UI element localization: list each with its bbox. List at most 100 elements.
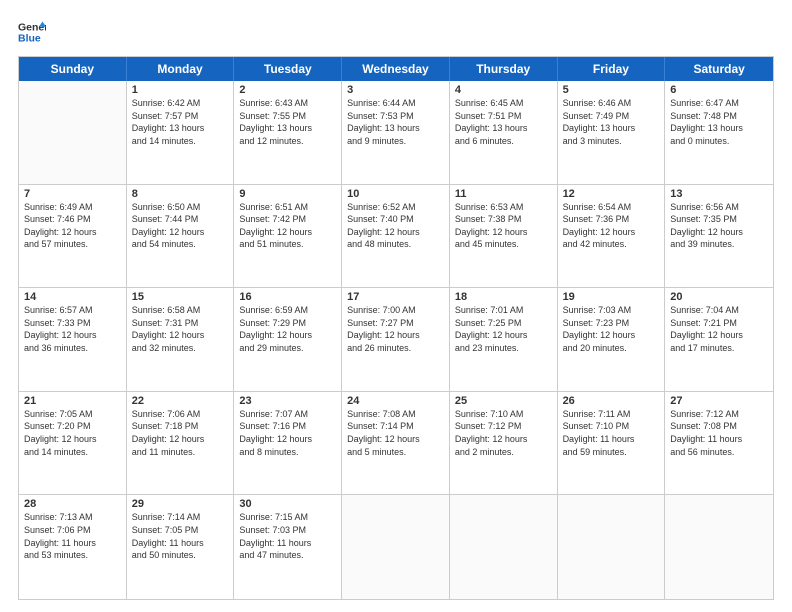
day-cell-3: 3Sunrise: 6:44 AM Sunset: 7:53 PM Daylig… [342, 81, 450, 184]
weekday-header-sunday: Sunday [19, 57, 127, 81]
day-number: 22 [132, 395, 229, 407]
day-number: 5 [563, 84, 660, 96]
day-cell-2: 2Sunrise: 6:43 AM Sunset: 7:55 PM Daylig… [234, 81, 342, 184]
day-number: 2 [239, 84, 336, 96]
day-number: 16 [239, 291, 336, 303]
day-info: Sunrise: 7:13 AM Sunset: 7:06 PM Dayligh… [24, 511, 121, 561]
day-number: 25 [455, 395, 552, 407]
calendar-body: 1Sunrise: 6:42 AM Sunset: 7:57 PM Daylig… [19, 81, 773, 599]
day-info: Sunrise: 6:42 AM Sunset: 7:57 PM Dayligh… [132, 97, 229, 147]
day-number: 19 [563, 291, 660, 303]
day-info: Sunrise: 7:11 AM Sunset: 7:10 PM Dayligh… [563, 408, 660, 458]
day-cell-13: 13Sunrise: 6:56 AM Sunset: 7:35 PM Dayli… [665, 185, 773, 288]
weekday-header-wednesday: Wednesday [342, 57, 450, 81]
day-info: Sunrise: 6:53 AM Sunset: 7:38 PM Dayligh… [455, 201, 552, 251]
day-number: 6 [670, 84, 768, 96]
day-info: Sunrise: 7:12 AM Sunset: 7:08 PM Dayligh… [670, 408, 768, 458]
day-info: Sunrise: 6:50 AM Sunset: 7:44 PM Dayligh… [132, 201, 229, 251]
day-info: Sunrise: 6:58 AM Sunset: 7:31 PM Dayligh… [132, 304, 229, 354]
calendar-row-4: 21Sunrise: 7:05 AM Sunset: 7:20 PM Dayli… [19, 392, 773, 496]
day-cell-16: 16Sunrise: 6:59 AM Sunset: 7:29 PM Dayli… [234, 288, 342, 391]
day-cell-26: 26Sunrise: 7:11 AM Sunset: 7:10 PM Dayli… [558, 392, 666, 495]
calendar-row-1: 1Sunrise: 6:42 AM Sunset: 7:57 PM Daylig… [19, 81, 773, 185]
weekday-header-saturday: Saturday [665, 57, 773, 81]
day-info: Sunrise: 6:59 AM Sunset: 7:29 PM Dayligh… [239, 304, 336, 354]
day-number: 3 [347, 84, 444, 96]
day-info: Sunrise: 7:01 AM Sunset: 7:25 PM Dayligh… [455, 304, 552, 354]
calendar-row-2: 7Sunrise: 6:49 AM Sunset: 7:46 PM Daylig… [19, 185, 773, 289]
day-number: 29 [132, 498, 229, 510]
day-number: 26 [563, 395, 660, 407]
weekday-header-tuesday: Tuesday [234, 57, 342, 81]
day-number: 9 [239, 188, 336, 200]
day-number: 23 [239, 395, 336, 407]
day-cell-9: 9Sunrise: 6:51 AM Sunset: 7:42 PM Daylig… [234, 185, 342, 288]
day-cell-29: 29Sunrise: 7:14 AM Sunset: 7:05 PM Dayli… [127, 495, 235, 599]
day-cell-1: 1Sunrise: 6:42 AM Sunset: 7:57 PM Daylig… [127, 81, 235, 184]
day-cell-11: 11Sunrise: 6:53 AM Sunset: 7:38 PM Dayli… [450, 185, 558, 288]
day-cell-empty-4-6 [665, 495, 773, 599]
day-cell-23: 23Sunrise: 7:07 AM Sunset: 7:16 PM Dayli… [234, 392, 342, 495]
day-number: 18 [455, 291, 552, 303]
day-number: 30 [239, 498, 336, 510]
day-number: 24 [347, 395, 444, 407]
weekday-header-thursday: Thursday [450, 57, 558, 81]
weekday-header-friday: Friday [558, 57, 666, 81]
day-info: Sunrise: 7:05 AM Sunset: 7:20 PM Dayligh… [24, 408, 121, 458]
day-info: Sunrise: 6:44 AM Sunset: 7:53 PM Dayligh… [347, 97, 444, 147]
logo-icon: General Blue [18, 18, 46, 46]
day-number: 8 [132, 188, 229, 200]
day-info: Sunrise: 7:07 AM Sunset: 7:16 PM Dayligh… [239, 408, 336, 458]
day-info: Sunrise: 6:47 AM Sunset: 7:48 PM Dayligh… [670, 97, 768, 147]
day-info: Sunrise: 7:15 AM Sunset: 7:03 PM Dayligh… [239, 511, 336, 561]
day-cell-22: 22Sunrise: 7:06 AM Sunset: 7:18 PM Dayli… [127, 392, 235, 495]
day-info: Sunrise: 7:06 AM Sunset: 7:18 PM Dayligh… [132, 408, 229, 458]
day-info: Sunrise: 6:43 AM Sunset: 7:55 PM Dayligh… [239, 97, 336, 147]
weekday-header-monday: Monday [127, 57, 235, 81]
day-info: Sunrise: 7:03 AM Sunset: 7:23 PM Dayligh… [563, 304, 660, 354]
day-cell-21: 21Sunrise: 7:05 AM Sunset: 7:20 PM Dayli… [19, 392, 127, 495]
day-cell-14: 14Sunrise: 6:57 AM Sunset: 7:33 PM Dayli… [19, 288, 127, 391]
day-number: 7 [24, 188, 121, 200]
svg-text:Blue: Blue [18, 33, 41, 45]
day-info: Sunrise: 7:14 AM Sunset: 7:05 PM Dayligh… [132, 511, 229, 561]
day-cell-15: 15Sunrise: 6:58 AM Sunset: 7:31 PM Dayli… [127, 288, 235, 391]
day-cell-empty-4-4 [450, 495, 558, 599]
day-info: Sunrise: 6:56 AM Sunset: 7:35 PM Dayligh… [670, 201, 768, 251]
day-cell-6: 6Sunrise: 6:47 AM Sunset: 7:48 PM Daylig… [665, 81, 773, 184]
day-cell-17: 17Sunrise: 7:00 AM Sunset: 7:27 PM Dayli… [342, 288, 450, 391]
day-cell-24: 24Sunrise: 7:08 AM Sunset: 7:14 PM Dayli… [342, 392, 450, 495]
day-info: Sunrise: 6:57 AM Sunset: 7:33 PM Dayligh… [24, 304, 121, 354]
day-number: 28 [24, 498, 121, 510]
calendar-row-5: 28Sunrise: 7:13 AM Sunset: 7:06 PM Dayli… [19, 495, 773, 599]
day-info: Sunrise: 7:08 AM Sunset: 7:14 PM Dayligh… [347, 408, 444, 458]
day-cell-4: 4Sunrise: 6:45 AM Sunset: 7:51 PM Daylig… [450, 81, 558, 184]
day-number: 17 [347, 291, 444, 303]
day-cell-25: 25Sunrise: 7:10 AM Sunset: 7:12 PM Dayli… [450, 392, 558, 495]
page: General Blue SundayMondayTuesdayWednesda… [0, 0, 792, 612]
day-cell-30: 30Sunrise: 7:15 AM Sunset: 7:03 PM Dayli… [234, 495, 342, 599]
day-cell-5: 5Sunrise: 6:46 AM Sunset: 7:49 PM Daylig… [558, 81, 666, 184]
day-number: 13 [670, 188, 768, 200]
day-cell-18: 18Sunrise: 7:01 AM Sunset: 7:25 PM Dayli… [450, 288, 558, 391]
day-info: Sunrise: 6:51 AM Sunset: 7:42 PM Dayligh… [239, 201, 336, 251]
day-info: Sunrise: 6:45 AM Sunset: 7:51 PM Dayligh… [455, 97, 552, 147]
day-info: Sunrise: 6:54 AM Sunset: 7:36 PM Dayligh… [563, 201, 660, 251]
day-cell-12: 12Sunrise: 6:54 AM Sunset: 7:36 PM Dayli… [558, 185, 666, 288]
day-number: 14 [24, 291, 121, 303]
day-cell-28: 28Sunrise: 7:13 AM Sunset: 7:06 PM Dayli… [19, 495, 127, 599]
day-cell-empty-4-5 [558, 495, 666, 599]
day-number: 27 [670, 395, 768, 407]
day-number: 21 [24, 395, 121, 407]
day-number: 4 [455, 84, 552, 96]
day-cell-10: 10Sunrise: 6:52 AM Sunset: 7:40 PM Dayli… [342, 185, 450, 288]
day-info: Sunrise: 6:52 AM Sunset: 7:40 PM Dayligh… [347, 201, 444, 251]
calendar-header: SundayMondayTuesdayWednesdayThursdayFrid… [19, 57, 773, 81]
day-cell-27: 27Sunrise: 7:12 AM Sunset: 7:08 PM Dayli… [665, 392, 773, 495]
day-number: 10 [347, 188, 444, 200]
logo: General Blue [18, 18, 46, 46]
day-info: Sunrise: 6:49 AM Sunset: 7:46 PM Dayligh… [24, 201, 121, 251]
day-cell-19: 19Sunrise: 7:03 AM Sunset: 7:23 PM Dayli… [558, 288, 666, 391]
day-cell-empty-0-0 [19, 81, 127, 184]
day-cell-7: 7Sunrise: 6:49 AM Sunset: 7:46 PM Daylig… [19, 185, 127, 288]
